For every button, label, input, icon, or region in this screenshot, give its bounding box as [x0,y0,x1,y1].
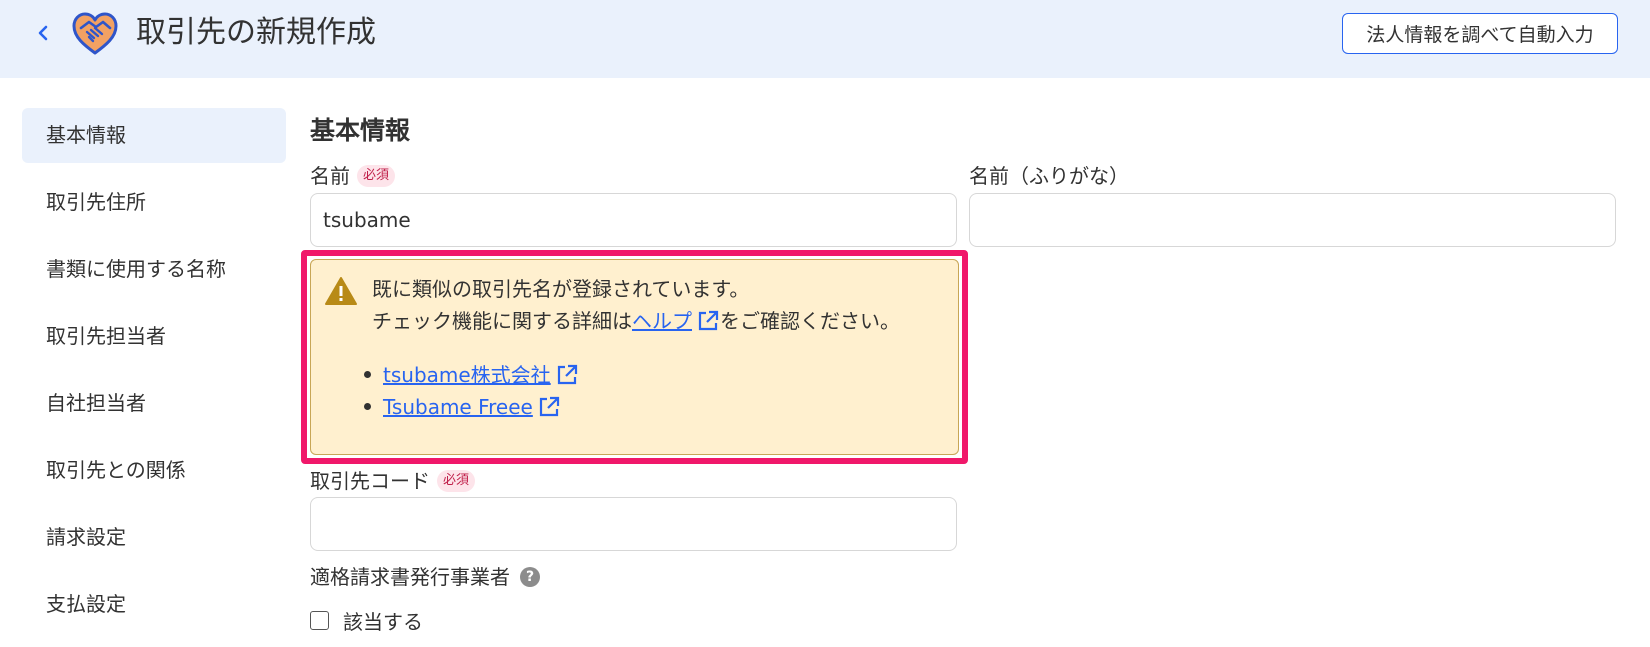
list-item: Tsubame Freee [364,391,579,423]
similar-partner-list: tsubame株式会社 Tsubame Freee [364,359,579,423]
similar-partner-link[interactable]: Tsubame Freee [383,395,533,419]
autofill-corporate-info-button[interactable]: 法人情報を調べて自動入力 [1342,13,1618,54]
invoice-issuer-checkbox-label[interactable]: 該当する [343,606,423,635]
partner-code-label-text: 取引先コード [310,469,430,493]
sidebar-nav: 基本情報 取引先住所 書類に使用する名称 取引先担当者 自社担当者 取引先との関… [22,108,286,644]
duplicate-name-warning: 既に類似の取引先名が登録されています。 チェック機能に関する詳細はヘルプ をご確認… [310,259,959,455]
question-circle-icon[interactable]: ? [520,567,540,587]
header-bar: 取引先の新規作成 法人情報を調べて自動入力 [0,0,1650,78]
handshake-heart-icon [72,12,118,55]
section-title: 基本情報 [310,116,411,145]
name-label-text: 名前 [310,164,350,188]
name-label: 名前 必須 [310,162,396,190]
external-link-icon [539,396,559,417]
back-button[interactable] [30,18,56,48]
invoice-issuer-label-text: 適格請求書発行事業者 [310,565,510,589]
sidebar-item-relationship[interactable]: 取引先との関係 [22,443,286,498]
name-kana-label: 名前（ふりがな） [969,162,1129,190]
warning-help-prefix: チェック機能に関する詳細は [372,309,632,333]
sidebar-item-payment-settings[interactable]: 支払設定 [22,577,286,632]
sidebar-item-billing-settings[interactable]: 請求設定 [22,510,286,565]
warning-help-line: チェック機能に関する詳細はヘルプ をご確認ください。 [372,306,900,336]
page-title: 取引先の新規作成 [136,15,376,50]
invoice-issuer-checkbox-row[interactable]: 該当する [310,606,423,635]
sidebar-item-own-contact[interactable]: 自社担当者 [22,376,286,431]
sidebar-item-basic-info[interactable]: 基本情報 [22,108,286,163]
partner-code-input[interactable] [310,497,957,551]
chevron-left-icon [38,25,48,41]
similar-partner-link[interactable]: tsubame株式会社 [383,363,551,387]
warning-help-suffix: をご確認ください。 [720,309,900,333]
warning-triangle-icon [325,277,357,305]
partner-code-label: 取引先コード 必須 [310,467,476,495]
help-link[interactable]: ヘルプ [632,309,692,333]
invoice-issuer-label: 適格請求書発行事業者 ? [310,563,540,591]
required-badge: 必須 [437,470,476,492]
name-kana-input[interactable] [969,193,1616,247]
external-link-icon [557,364,577,385]
sidebar-item-address[interactable]: 取引先住所 [22,175,286,230]
required-badge: 必須 [357,165,396,187]
sidebar-item-document-name[interactable]: 書類に使用する名称 [22,242,286,297]
invoice-issuer-checkbox[interactable] [310,611,329,630]
warning-message: 既に類似の取引先名が登録されています。 [372,277,750,301]
list-item: tsubame株式会社 [364,359,579,391]
external-link-icon [698,310,719,331]
name-kana-label-text: 名前（ふりがな） [969,164,1129,188]
name-input[interactable] [310,193,957,247]
sidebar-item-partner-contact[interactable]: 取引先担当者 [22,309,286,364]
bullet [364,403,371,410]
bullet [364,371,371,378]
